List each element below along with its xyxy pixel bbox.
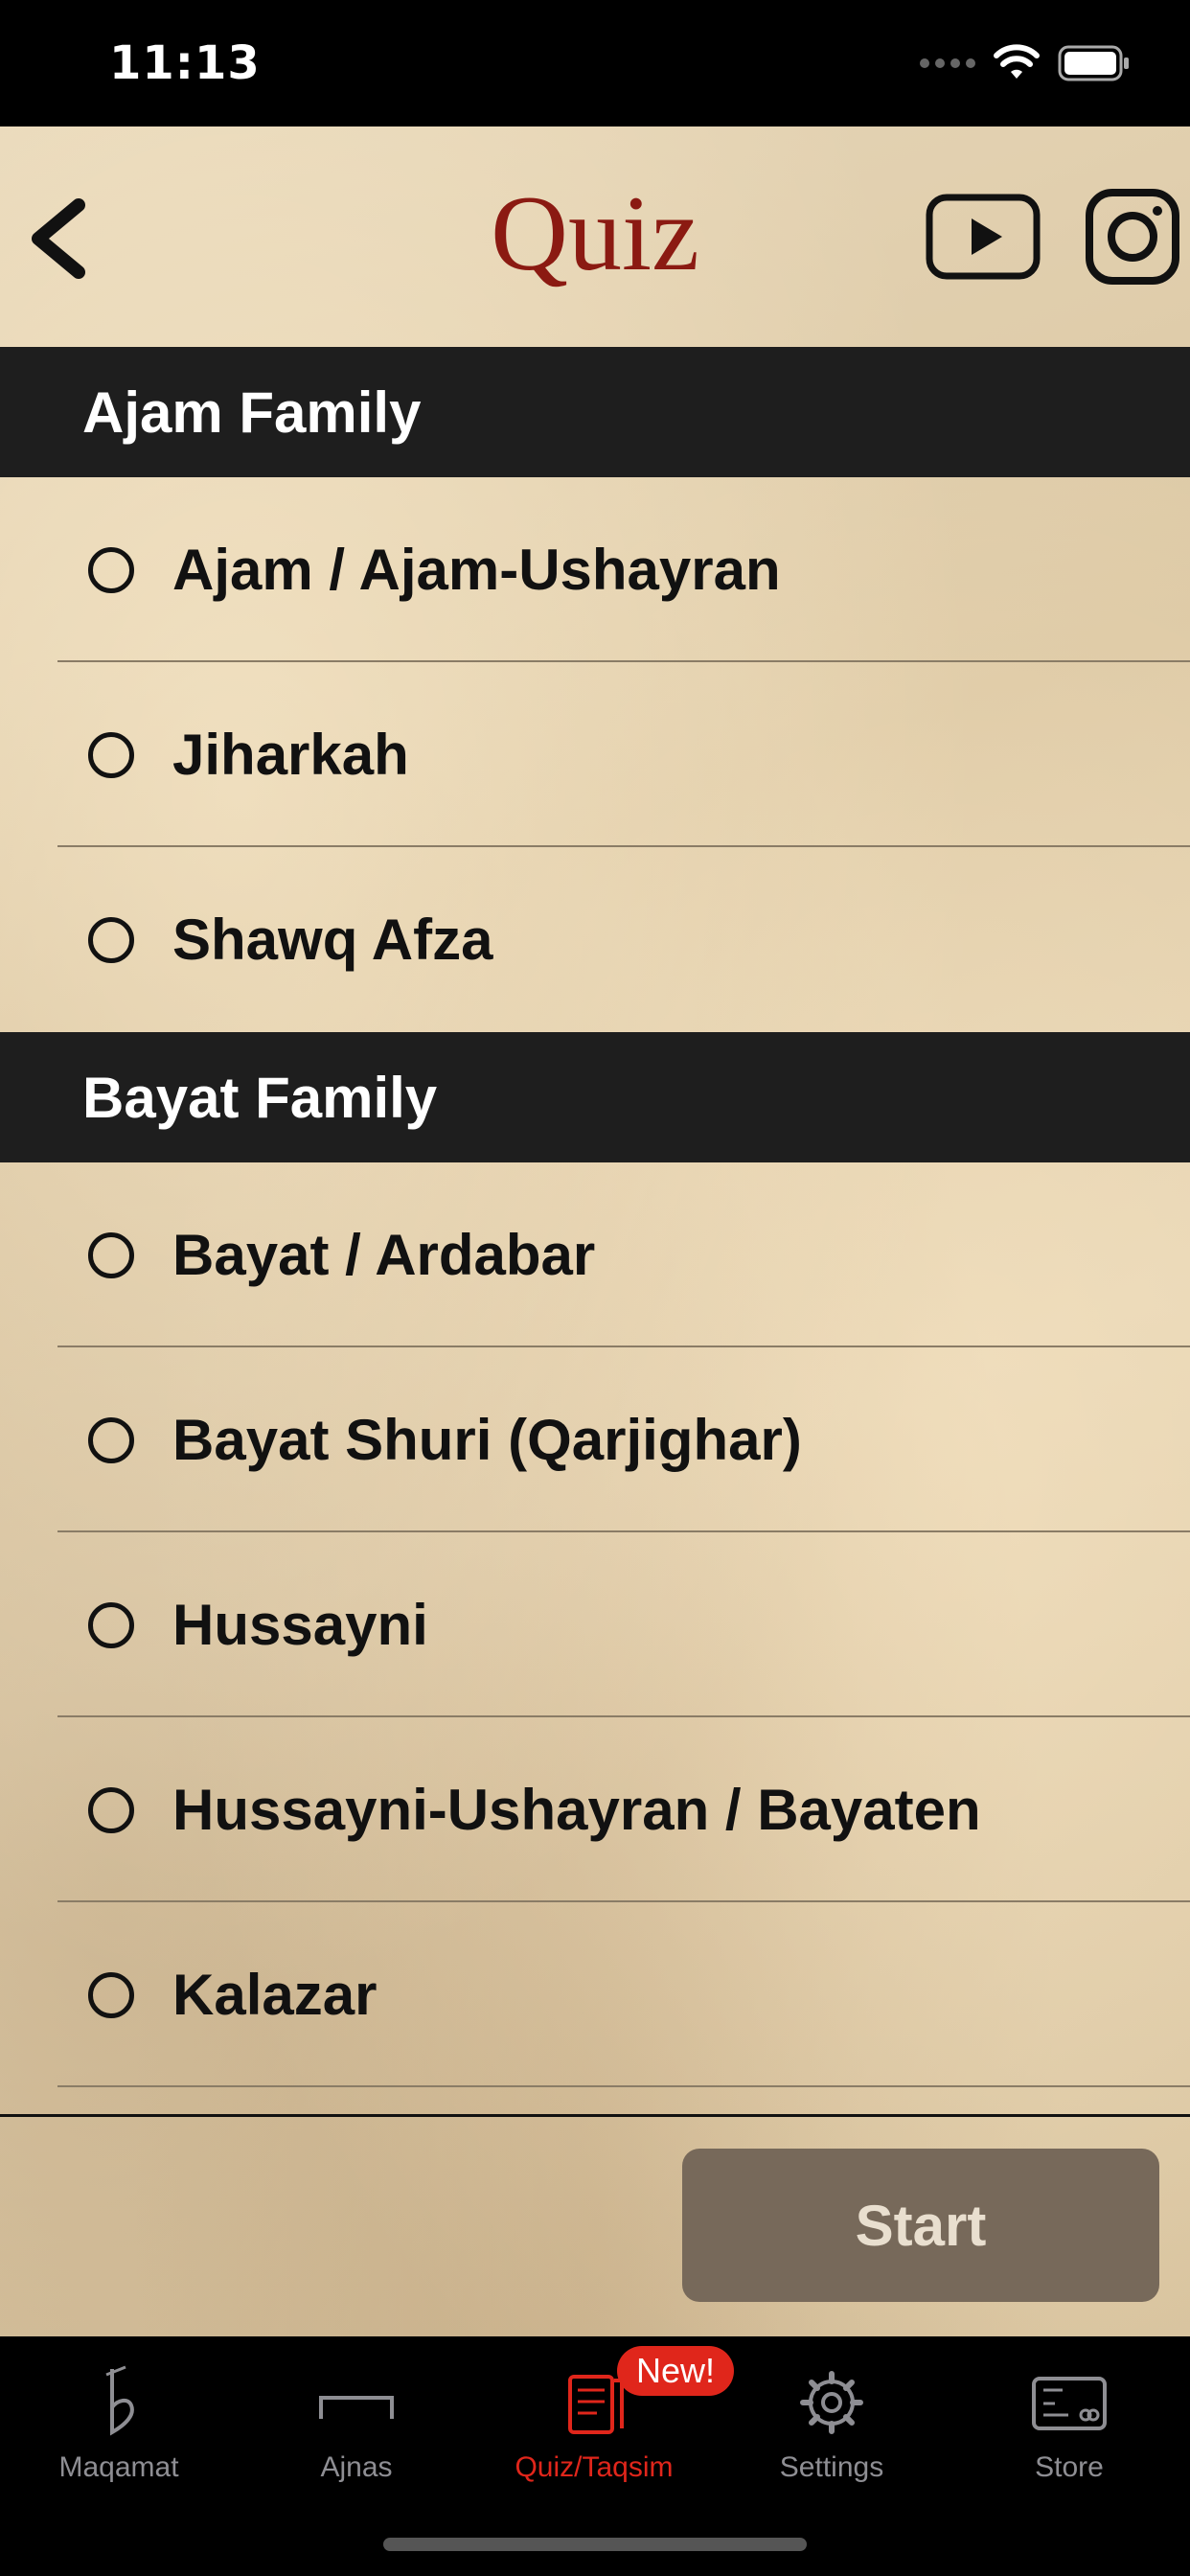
list-item[interactable]: Hussayni [0, 1532, 1190, 1717]
list-item-label: Shawq Afza [172, 908, 493, 972]
radio-circle-icon[interactable] [88, 1786, 134, 1833]
youtube-icon[interactable] [926, 194, 1041, 280]
home-indicator [383, 2538, 807, 2551]
tab-label: Quiz/Taqsim [515, 2451, 674, 2483]
radio-circle-icon[interactable] [88, 1971, 134, 2018]
instagram-icon[interactable] [1085, 188, 1180, 286]
tab-maqamat[interactable]: Maqamat [0, 2336, 238, 2499]
list-item[interactable]: Hussayni-Ushayran / Bayaten [0, 1717, 1190, 1902]
list-item-label: Hussayni [172, 1593, 428, 1657]
start-button-label: Start [855, 2193, 987, 2258]
radio-circle-icon[interactable] [88, 731, 134, 778]
status-bar: 11:13 [0, 0, 1190, 126]
list-item-label: Jiharkah [172, 723, 409, 787]
radio-circle-icon[interactable] [88, 916, 134, 963]
section-title: Bayat Family [82, 1065, 438, 1130]
tab-store[interactable]: Store [950, 2336, 1188, 2499]
cellular-signal-icon [920, 58, 975, 68]
list-item[interactable]: Jiharkah [0, 662, 1190, 847]
list-item[interactable]: Ajam / Ajam-Ushayran [0, 477, 1190, 662]
wifi-icon [994, 44, 1040, 79]
tab-settings[interactable]: Settings [713, 2336, 950, 2499]
store-card-icon [1032, 2377, 1107, 2430]
tab-label: Maqamat [58, 2451, 179, 2483]
tab-ajnas[interactable]: Ajnas [238, 2336, 475, 2499]
list-divider [0, 2114, 1190, 2117]
list-item-label: Bayat Shuri (Qarjighar) [172, 1408, 802, 1472]
gear-icon [800, 2371, 863, 2434]
list-item-label: Hussayni-Ushayran / Bayaten [172, 1778, 981, 1842]
tab-label: Settings [779, 2451, 884, 2483]
status-time: 11:13 [109, 36, 261, 90]
battery-icon [1058, 45, 1129, 81]
new-badge: New! [617, 2346, 734, 2396]
maqam-list[interactable]: Ajam Family Ajam / Ajam-Ushayran Jiharka… [0, 347, 1190, 2116]
section-header-bayat: Bayat Family [0, 1032, 1190, 1162]
tab-label: Ajnas [320, 2451, 393, 2483]
list-item[interactable]: Kalazar [0, 1902, 1190, 2087]
tab-label: Store [1035, 2451, 1104, 2483]
radio-circle-icon[interactable] [88, 1601, 134, 1648]
list-item-label: Bayat / Ardabar [172, 1223, 596, 1287]
status-icons [920, 42, 1131, 84]
section-header-ajam: Ajam Family [0, 347, 1190, 477]
radio-circle-icon[interactable] [88, 546, 134, 593]
bracket-icon [319, 2396, 394, 2419]
list-item[interactable]: Bayat Shuri (Qarjighar) [0, 1347, 1190, 1532]
radio-circle-icon[interactable] [88, 1231, 134, 1278]
list-item[interactable]: Bayat / Ardabar [0, 1162, 1190, 1347]
radio-circle-icon[interactable] [88, 1416, 134, 1463]
back-chevron-icon[interactable] [23, 197, 92, 280]
list-item-label: Kalazar [172, 1963, 378, 2027]
start-button[interactable]: Start [682, 2149, 1159, 2302]
section-title: Ajam Family [82, 380, 422, 445]
list-item[interactable]: Shawq Afza [0, 847, 1190, 1032]
new-badge-label: New! [635, 2351, 716, 2390]
flat-sign-icon [105, 2365, 134, 2436]
list-item-label: Ajam / Ajam-Ushayran [172, 538, 781, 602]
